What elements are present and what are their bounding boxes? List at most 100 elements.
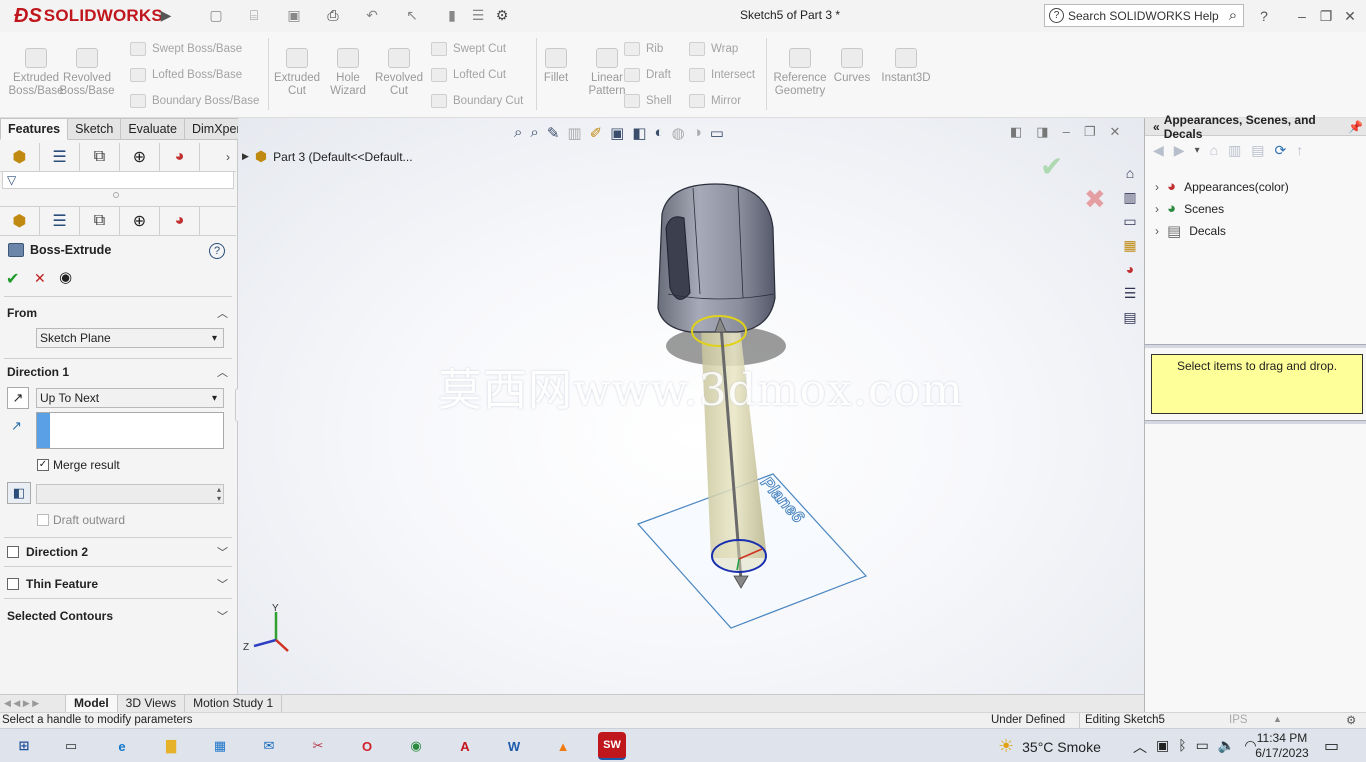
ok-checkmark-icon[interactable]: ✔ [6,269,19,289]
splitter[interactable] [1145,344,1366,348]
confirm-ok-icon[interactable]: ✔ [1040,150,1063,183]
dynamic-annotation-icon[interactable]: ✐ [590,124,603,142]
reverse-direction-icon[interactable]: ↗ [7,387,29,409]
double-chevron-left-icon[interactable]: « [1153,120,1160,134]
zoom-to-area-icon[interactable]: ⌕ [530,124,538,142]
vlc-app[interactable]: ▲ [549,732,577,760]
solidworks-logo[interactable]: ƉS SOLIDWORKS [14,3,163,29]
tab-motion-study-1[interactable]: Motion Study 1 [185,695,283,712]
swept-boss-base-button[interactable]: Swept Boss/Base [130,40,242,58]
mirror-button[interactable]: Mirror [689,92,741,110]
revolved-cut-button[interactable]: Revolved Cut [370,48,428,98]
boundary-boss-base-button[interactable]: Boundary Boss/Base [130,92,259,110]
extruded-cut-button[interactable]: Extruded Cut [268,48,326,98]
volume-icon[interactable]: 🔈 [1218,737,1235,757]
feature-manager-tab-2[interactable]: ⬢ [0,207,40,235]
expand-arrow-icon[interactable]: ▶ [242,151,249,162]
draft-button[interactable]: Draft [624,66,671,84]
solidworks-app[interactable]: SW [598,732,626,760]
splitter[interactable] [1145,420,1366,424]
file-explorer-tab[interactable]: ▭ [1118,210,1142,232]
battery-icon[interactable]: ▭ [1196,737,1209,757]
snip-app[interactable]: ✂ [304,732,332,760]
property-manager-tab-2[interactable]: ☰ [40,207,80,235]
expand-arrow-icon[interactable]: › [1155,202,1159,216]
instant3d-button[interactable]: Instant3D [877,48,935,85]
expand-arrow-icon[interactable]: › [1155,180,1159,194]
direction-selection-box[interactable] [36,412,224,449]
display-style-icon[interactable]: ◧ [632,124,646,142]
print-icon[interactable]: ⎙ [325,7,341,23]
intersect-button[interactable]: Intersect [689,66,755,84]
reference-geometry-button[interactable]: Reference Geometry [770,48,830,98]
view-settings-icon[interactable]: ▭ [710,124,724,142]
end-condition-select[interactable]: Up To Next ▾ [36,388,224,408]
forward-icon[interactable]: ▶ [1174,142,1185,160]
dimxpert-manager-tab[interactable]: ⊕ [120,142,160,171]
previous-view-icon[interactable]: ✎ [547,124,560,142]
shell-button[interactable]: Shell [624,92,672,110]
direction1-section-header[interactable]: Direction 1 ︿ [0,360,236,384]
forum-tab[interactable]: ▤ [1118,306,1142,328]
boundary-cut-button[interactable]: Boundary Cut [431,92,523,110]
viewport-maximize-icon[interactable]: ❐ [1084,124,1096,140]
mail-app[interactable]: ✉ [255,732,283,760]
minimize-button[interactable]: – [1292,6,1312,26]
select-icon[interactable]: ↖ [404,7,420,23]
draft-angle-spinbox[interactable]: ▴ ▾ [36,484,224,504]
section-view-icon[interactable]: ▥ [567,124,581,142]
property-manager-tab[interactable]: ☰ [40,142,80,171]
tray-app-icon[interactable]: ▣ [1156,737,1169,757]
units-indicator[interactable]: IPS [1229,714,1248,726]
chrome-app[interactable]: ◉ [402,732,430,760]
configuration-manager-tab[interactable]: ⧉ [80,142,120,171]
revolved-boss-base-button[interactable]: Revolved Boss/Base [58,48,116,98]
extruded-boss-base-button[interactable]: Extruded Boss/Base [7,48,65,98]
new-folder-icon[interactable]: ▤ [1251,142,1264,160]
thin-feature-section-header[interactable]: Thin Feature ﹀ [0,572,236,596]
pin-icon[interactable]: 📌 [1348,120,1366,134]
chevron-right-icon[interactable]: › [226,150,236,164]
edit-appearance-icon[interactable]: ◍ [672,124,685,142]
tab-sketch[interactable]: Sketch [68,118,122,140]
expand-arrow-icon[interactable]: › [1155,224,1159,238]
tab-3d-views[interactable]: 3D Views [118,695,186,712]
lofted-boss-base-button[interactable]: Lofted Boss/Base [130,66,242,84]
sketch-circle[interactable] [711,539,767,573]
file-properties-icon[interactable]: ☰ [470,7,486,23]
from-select[interactable]: Sketch Plane ▾ [36,328,224,348]
display-manager-tab-2[interactable]: ◕ [160,207,200,235]
splitter-handle[interactable] [113,192,119,198]
back-icon[interactable]: ◀ [1153,142,1164,160]
hide-show-items-icon[interactable]: ◐ [655,124,664,142]
confirm-cancel-icon[interactable]: ✖ [1084,185,1106,215]
wrap-button[interactable]: Wrap [689,40,738,58]
feature-manager-tab[interactable]: ⬢ [0,142,40,171]
draft-outward-checkbox[interactable]: Draft outward [37,513,125,527]
thin-feature-checkbox[interactable] [7,578,19,590]
viewport-left-icon[interactable]: ◧ [1010,124,1022,140]
merge-result-checkbox[interactable]: ✓ Merge result [37,458,120,472]
opera-app[interactable]: O [353,732,381,760]
help-search-input[interactable]: ? Search SOLIDWORKS Help ⌕ [1044,4,1244,27]
graphics-area[interactable]: Plane6 ✔ ✖ Y Z 莫西网www.3dmox.com ▶ ⬢ Part… [238,118,1144,694]
hole-wizard-button[interactable]: Hole Wizard [319,48,377,98]
feature-tree-flyout[interactable]: ▶ ⬢ Part 3 (Default<<Default... [242,148,413,165]
dimxpert-manager-tab-2[interactable]: ⊕ [120,207,160,235]
tab-evaluate[interactable]: Evaluate [121,118,185,140]
custom-properties-tab[interactable]: ☰ [1118,282,1142,304]
tab-features[interactable]: Features [0,118,69,140]
show-hidden-icons-icon[interactable]: ︿ [1133,737,1147,757]
close-button[interactable]: ✕ [1340,6,1360,26]
dropdown-icon[interactable]: ▾ [1195,142,1200,160]
swept-cut-button[interactable]: Swept Cut [431,40,506,58]
direction2-checkbox[interactable] [7,546,19,558]
units-caret-icon[interactable]: ▲ [1273,714,1282,724]
design-library-tab[interactable]: ▥ [1118,186,1142,208]
help-menu-icon[interactable]: ? [1254,6,1274,26]
solidworks-resources-tab[interactable]: ⌂ [1118,162,1142,184]
apply-scene-icon[interactable]: ◑ [693,124,702,142]
display-manager-tab[interactable]: ◕ [160,142,200,171]
undo-icon[interactable]: ↶ [364,7,380,23]
from-section-header[interactable]: From ︿ [0,301,236,325]
